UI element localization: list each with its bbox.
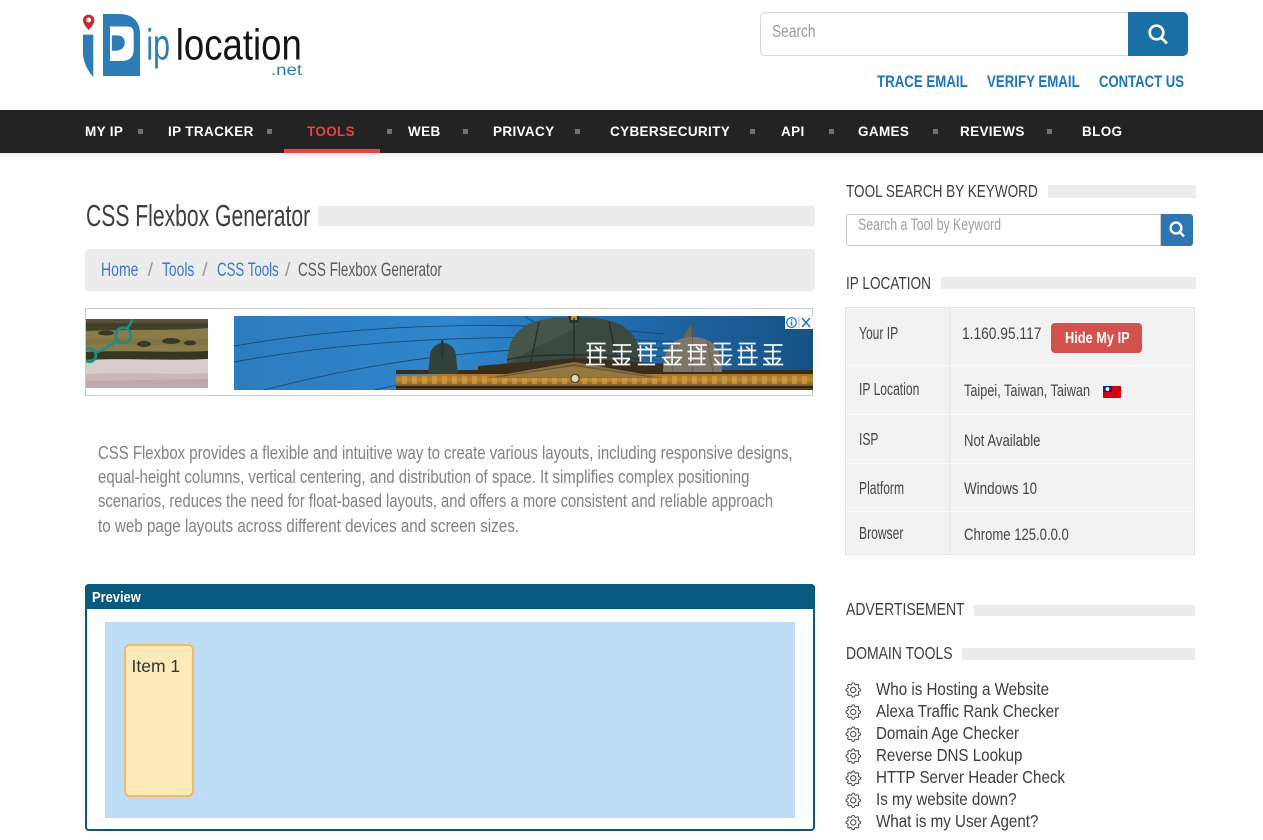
- svg-text:ip: ip: [146, 20, 170, 69]
- svg-text:.net: .net: [271, 62, 303, 79]
